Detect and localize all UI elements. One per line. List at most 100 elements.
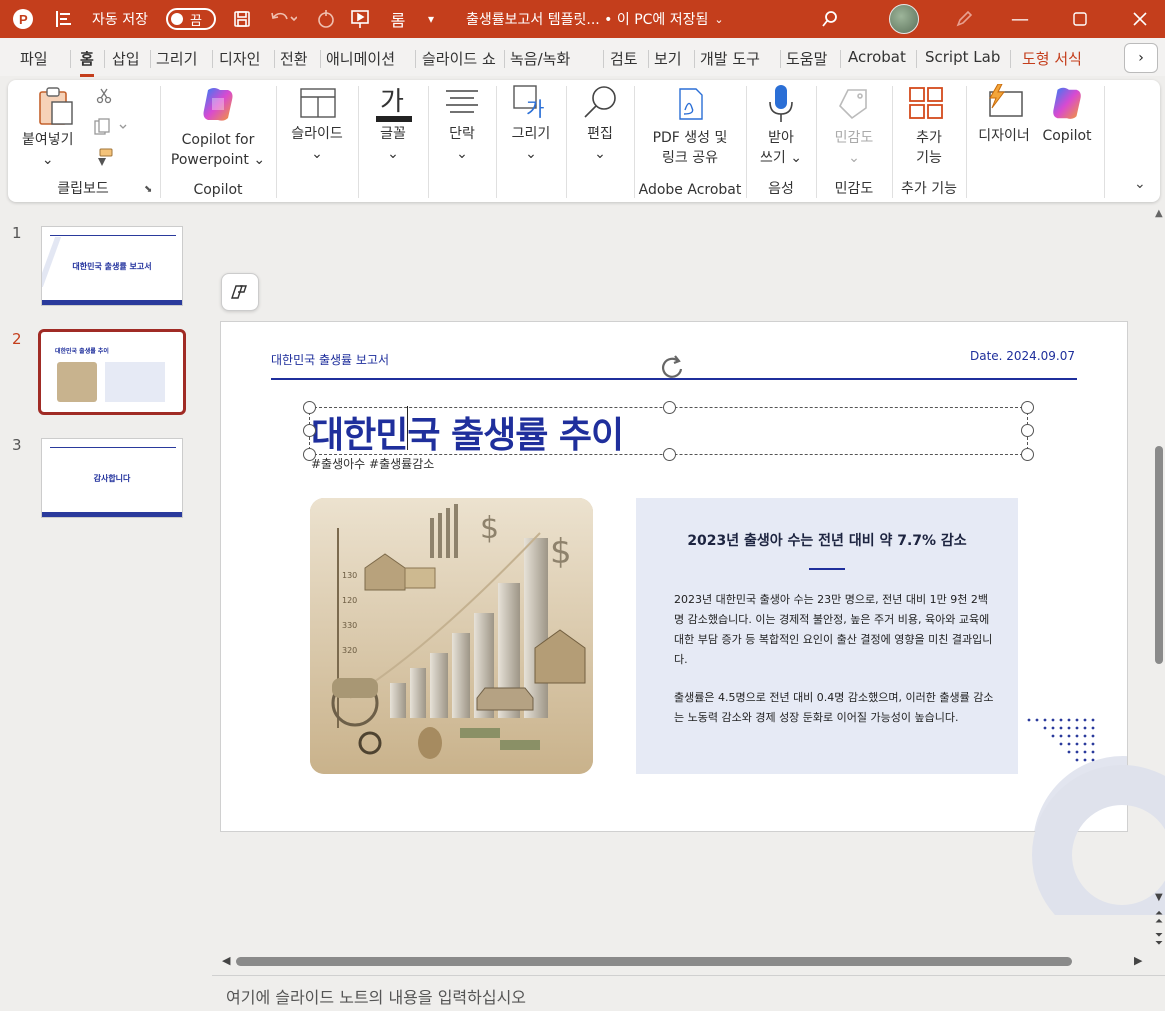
previous-slide-icon[interactable]: ⏶ ⏶ (1155, 909, 1163, 927)
search-icon[interactable] (818, 0, 842, 38)
paragraph-button[interactable]: 단락 ⌄ (430, 124, 494, 164)
doc-title-button[interactable]: 출생률보고서 템플릿... • 이 PC에 저장됨 ⌄ (466, 0, 724, 38)
designer-icon[interactable] (984, 83, 1024, 122)
copilot-logo-icon[interactable] (198, 84, 238, 128)
paragraph-icon[interactable] (444, 88, 480, 120)
tabs-scroll-right-icon[interactable]: › (1124, 43, 1158, 73)
slides-button[interactable]: 슬라이드 ⌄ (278, 124, 356, 164)
copilot-right-button[interactable]: Copilot (1038, 126, 1096, 146)
slide-thumbnail-1[interactable]: 대한민국 출생률 보고서 (41, 226, 183, 306)
voice-group: 받아 쓰기 ⌄ 음성 (748, 80, 814, 202)
sensitivity-icon (838, 86, 872, 124)
notes-placeholder: 여기에 슬라이드 노트의 내용을 입력하십시오 (226, 988, 527, 1007)
undo-icon[interactable] (266, 0, 300, 38)
autosave-label: 자동 저장 (92, 12, 148, 28)
designer-button[interactable]: 디자이너 (968, 126, 1040, 146)
tab-file[interactable]: 파일 (20, 48, 48, 70)
speaker-notes-input[interactable]: 여기에 슬라이드 노트의 내용을 입력하십시오 (212, 975, 1165, 1011)
new-slide-icon[interactable] (300, 88, 336, 122)
scroll-down-icon[interactable]: ▼ (1155, 892, 1163, 903)
create-pdf-icon[interactable] (676, 88, 706, 124)
tab-record[interactable]: 녹음/녹화 (510, 48, 570, 70)
resize-handle[interactable] (663, 448, 676, 461)
maximize-icon[interactable] (1068, 0, 1092, 38)
addins-icon[interactable] (908, 86, 944, 124)
save-icon[interactable] (230, 0, 254, 38)
drawing-button[interactable]: 그리기 ⌄ (498, 124, 564, 164)
horizontal-scrollbar-thumb[interactable] (236, 957, 1072, 966)
dialog-launcher-icon[interactable]: ⬊ (144, 184, 152, 195)
alignment-icon[interactable] (52, 0, 76, 38)
resize-handle[interactable] (1021, 401, 1034, 414)
copilot-float-button[interactable] (221, 273, 259, 311)
chevron-down-icon: ⌄ (41, 152, 54, 168)
autosave-toggle[interactable]: 끔 (166, 0, 216, 38)
group-divider (496, 86, 497, 198)
copy-icon[interactable] (94, 118, 128, 140)
tab-view[interactable]: 보기 (654, 48, 682, 70)
qat-dropdown-icon[interactable]: ▾ (422, 0, 440, 38)
slide-hashtags[interactable]: #출생아수 #출생률감소 (311, 455, 434, 472)
font-icon[interactable]: 가 (374, 84, 414, 128)
tab-help[interactable]: 도움말 (786, 48, 827, 70)
resize-handle[interactable] (663, 401, 676, 414)
vertical-scrollbar-thumb[interactable] (1155, 446, 1163, 664)
pen-icon[interactable] (952, 0, 976, 38)
resize-handle[interactable] (1021, 448, 1034, 461)
slide-thumbnail-2[interactable]: 대한민국 출생률 추이 (38, 329, 186, 415)
svg-text:가: 가 (380, 87, 404, 117)
copilot-right-group: Copilot (1038, 80, 1096, 202)
slide-canvas[interactable]: 대한민국 출생률 보고서 Date. 2024.09.07 대한민국 출생률 추… (220, 321, 1128, 832)
paste-button[interactable]: 붙여넣기 ⌄ (22, 130, 74, 170)
addins-button[interactable]: 추가 기능 (894, 128, 964, 168)
font-button[interactable]: 글꼴 ⌄ (360, 124, 426, 164)
tab-shape-format[interactable]: 도형 서식 (1022, 48, 1082, 70)
scroll-right-icon[interactable]: ▶ (1134, 954, 1142, 967)
cut-icon[interactable] (96, 88, 112, 108)
resize-handle[interactable] (303, 448, 316, 461)
dictate-button[interactable]: 받아 쓰기 ⌄ (748, 128, 814, 168)
economy-illustration[interactable]: 130 120 330 320 $ $ $ (310, 498, 593, 774)
slides-button-label: 슬라이드 (291, 126, 343, 142)
paste-icon[interactable] (38, 86, 76, 130)
tab-design[interactable]: 디자인 (219, 48, 260, 70)
copilot-logo-icon[interactable] (1048, 84, 1086, 126)
resize-handle[interactable] (303, 424, 316, 437)
shapes-icon[interactable]: 가 (512, 84, 552, 124)
tab-animations[interactable]: 애니메이션 (326, 48, 395, 70)
resize-handle[interactable] (303, 401, 316, 414)
thumb-image (57, 362, 97, 402)
collapse-ribbon-icon[interactable]: ⌄ (1134, 176, 1146, 192)
minimize-icon[interactable]: — (1008, 0, 1032, 38)
tab-acrobat[interactable]: Acrobat (848, 48, 906, 70)
slideshow-icon[interactable] (348, 0, 372, 38)
thumb-rule (50, 235, 176, 236)
tab-transitions[interactable]: 전환 (280, 48, 308, 70)
scroll-up-icon[interactable]: ▲ (1155, 208, 1163, 219)
tab-developer[interactable]: 개발 도구 (700, 48, 760, 70)
create-pdf-button[interactable]: PDF 생성 및 링크 공유 (636, 128, 744, 168)
resize-handle[interactable] (1021, 424, 1034, 437)
tab-insert[interactable]: 삽입 (112, 48, 140, 70)
slide-thumbnail-3[interactable]: 감사합니다 (41, 438, 183, 518)
tab-home[interactable]: 홈 (80, 48, 94, 77)
tab-draw[interactable]: 그리기 (156, 48, 197, 70)
find-icon[interactable] (582, 84, 618, 124)
tab-script-lab[interactable]: Script Lab (925, 48, 1000, 70)
account-button[interactable] (888, 0, 920, 38)
tab-slideshow[interactable]: 슬라이드 쇼 (422, 48, 496, 70)
tab-review[interactable]: 검토 (610, 48, 638, 70)
slide-title[interactable]: 대한민국 출생률 추이 (311, 406, 624, 458)
info-text-box[interactable]: 2023년 출생아 수는 전년 대비 약 7.7% 감소 2023년 대한민국 … (636, 498, 1018, 774)
format-painter-tb-icon[interactable]: 롬 (386, 0, 410, 38)
microphone-icon[interactable] (768, 84, 794, 128)
rotate-handle-icon[interactable] (656, 353, 686, 387)
format-painter-icon[interactable] (94, 148, 114, 172)
scroll-left-icon[interactable]: ◀ (222, 954, 230, 967)
tab-divider (840, 50, 841, 68)
editing-button[interactable]: 편집 ⌄ (568, 124, 632, 164)
redo-icon[interactable] (314, 0, 338, 38)
next-slide-icon[interactable]: ⏷ ⏷ (1155, 931, 1163, 949)
copilot-button[interactable]: Copilot for Powerpoint ⌄ (162, 130, 274, 170)
close-icon[interactable] (1128, 0, 1152, 38)
